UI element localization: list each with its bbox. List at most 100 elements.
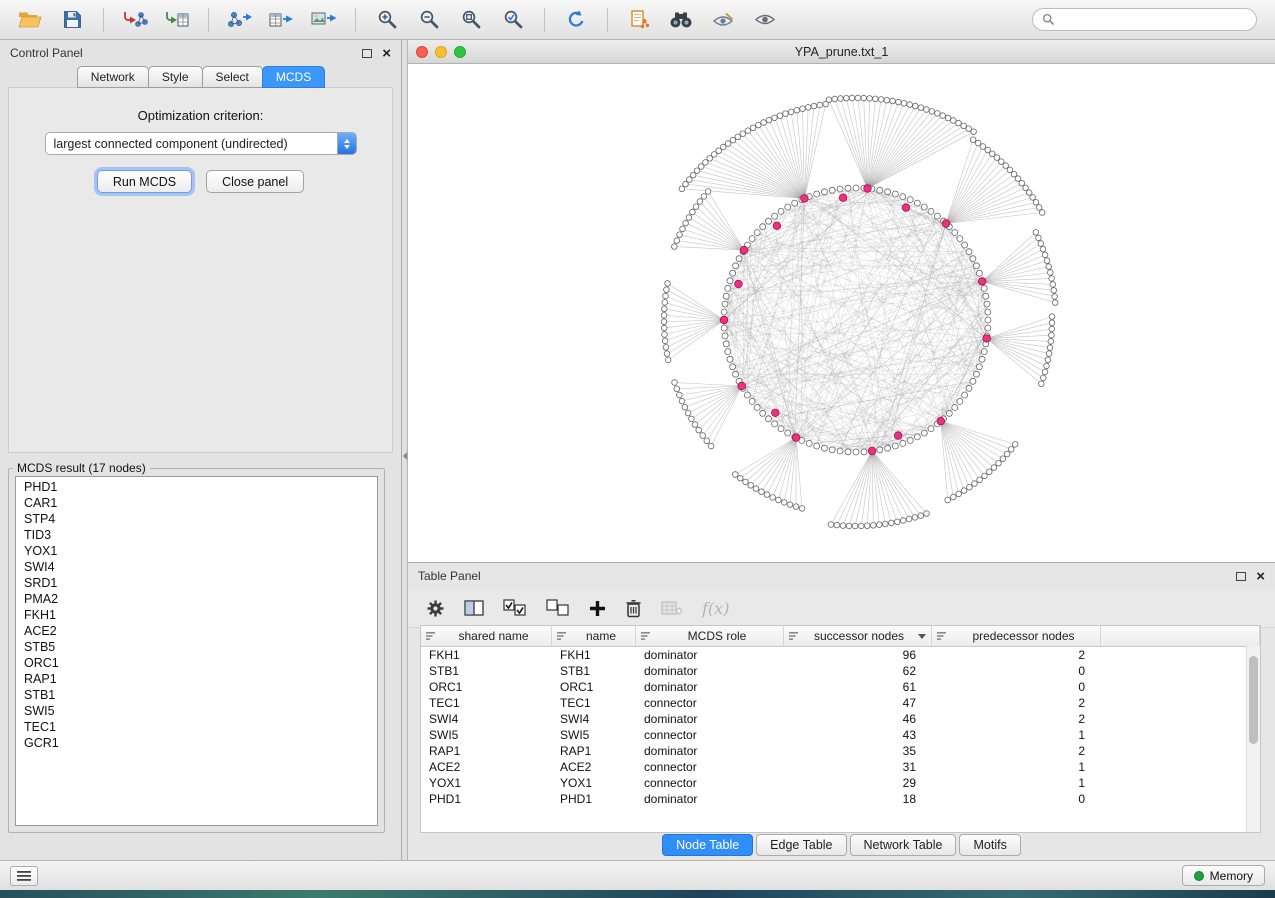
search-network-button[interactable]: [663, 5, 699, 35]
table-cell: ACE2: [421, 759, 552, 775]
column-settings-button[interactable]: [426, 599, 445, 618]
window-zoom-button[interactable]: [454, 46, 466, 58]
mcds-result-item[interactable]: YOX1: [16, 543, 377, 559]
annotation-button[interactable]: [705, 5, 741, 35]
table-row[interactable]: PHD1PHD1dominator180: [421, 791, 1260, 807]
window-minimize-button[interactable]: [435, 46, 447, 58]
column-header-predecessor-nodes[interactable]: predecessor nodes: [932, 626, 1101, 646]
mcds-result-item[interactable]: FKH1: [16, 607, 377, 623]
table-scrollbar[interactable]: [1246, 646, 1260, 832]
clone-network-button[interactable]: [621, 5, 657, 35]
close-panel-icon[interactable]: ×: [382, 46, 391, 61]
export-network-button[interactable]: [222, 5, 258, 35]
close-table-panel-icon[interactable]: ×: [1256, 569, 1265, 584]
table-row[interactable]: STB1STB1dominator620: [421, 663, 1260, 679]
table-row[interactable]: ORC1ORC1dominator610: [421, 679, 1260, 695]
mcds-result-list[interactable]: PHD1CAR1STP4TID3YOX1SWI4SRD1PMA2FKH1ACE2…: [15, 476, 378, 826]
mcds-result-item[interactable]: GCR1: [16, 735, 377, 751]
mcds-result-item[interactable]: RAP1: [16, 671, 377, 687]
column-header-mcds-role[interactable]: MCDS role: [636, 626, 784, 646]
table-row[interactable]: SWI4SWI4dominator462: [421, 711, 1260, 727]
mcds-result-item[interactable]: SWI5: [16, 703, 377, 719]
table-cell: 0: [932, 679, 1101, 695]
table-cell: SWI5: [552, 727, 636, 743]
search-box[interactable]: [1032, 8, 1257, 31]
mcds-result-item[interactable]: CAR1: [16, 495, 377, 511]
float-panel-icon[interactable]: [362, 49, 372, 58]
column-header-successor-nodes[interactable]: successor nodes: [784, 626, 932, 646]
tab-network-table[interactable]: Network Table: [850, 834, 957, 856]
tab-node-table[interactable]: Node Table: [662, 834, 753, 856]
close-panel-button[interactable]: Close panel: [206, 170, 304, 193]
function-builder-button[interactable]: f(x): [702, 599, 729, 618]
save-button[interactable]: [54, 5, 90, 35]
mcds-result-item[interactable]: SWI4: [16, 559, 377, 575]
column-header-shared-name[interactable]: shared name: [421, 626, 552, 646]
network-view[interactable]: [408, 64, 1275, 562]
run-mcds-button[interactable]: Run MCDS: [97, 170, 192, 193]
tab-network[interactable]: Network: [77, 66, 149, 88]
float-table-panel-icon[interactable]: [1236, 572, 1246, 581]
refresh-icon: [566, 9, 587, 30]
mcds-result-item[interactable]: PMA2: [16, 591, 377, 607]
import-network-button[interactable]: [117, 5, 153, 35]
export-table-button[interactable]: [264, 5, 300, 35]
mcds-result-item[interactable]: PHD1: [16, 479, 377, 495]
menu-button[interactable]: [10, 866, 38, 886]
table-cell: 47: [784, 695, 932, 711]
sort-icon: [641, 631, 652, 641]
mcds-result-item[interactable]: TEC1: [16, 719, 377, 735]
table-cell: SWI4: [421, 711, 552, 727]
tab-motifs[interactable]: Motifs: [959, 834, 1020, 856]
column-selector-button[interactable]: [464, 600, 484, 616]
mcds-result-item[interactable]: ACE2: [16, 623, 377, 639]
tab-edge-table[interactable]: Edge Table: [756, 834, 846, 856]
network-window-titlebar[interactable]: YPA_prune.txt_1: [408, 40, 1275, 64]
mcds-result-item[interactable]: STB1: [16, 687, 377, 703]
delete-button[interactable]: [625, 599, 642, 618]
open-file-button[interactable]: [12, 5, 48, 35]
import-network-icon: [122, 10, 148, 30]
table-row[interactable]: ACE2ACE2connector311: [421, 759, 1260, 775]
select-all-button[interactable]: [503, 599, 527, 617]
memory-button[interactable]: Memory: [1182, 865, 1265, 886]
list-menu-icon: [17, 871, 31, 881]
zoom-fit-button[interactable]: [453, 5, 489, 35]
table-row[interactable]: YOX1YOX1connector291: [421, 775, 1260, 791]
memory-status-icon: [1194, 871, 1204, 881]
table-row[interactable]: SWI5SWI5connector431: [421, 727, 1260, 743]
mcds-result-item[interactable]: STB5: [16, 639, 377, 655]
zoom-selected-button[interactable]: [495, 5, 531, 35]
column-header-name[interactable]: name: [552, 626, 636, 646]
show-view-button[interactable]: [747, 5, 783, 35]
table-row[interactable]: TEC1TEC1connector472: [421, 695, 1260, 711]
sort-icon: [426, 631, 437, 641]
criterion-dropdown[interactable]: largest connected component (undirected): [45, 132, 357, 155]
tab-select[interactable]: Select: [202, 66, 263, 88]
mcds-result-item[interactable]: ORC1: [16, 655, 377, 671]
table-cell: FKH1: [421, 647, 552, 663]
zoom-out-button[interactable]: [411, 5, 447, 35]
tab-mcds[interactable]: MCDS: [262, 66, 325, 88]
tab-style[interactable]: Style: [148, 66, 203, 88]
network-canvas-svg[interactable]: [408, 64, 1275, 562]
mcds-result-item[interactable]: STP4: [16, 511, 377, 527]
export-image-button[interactable]: [306, 5, 342, 35]
table-row[interactable]: FKH1FKH1dominator962: [421, 647, 1260, 663]
dropdown-stepper-icon: [337, 132, 356, 155]
mcds-result-item[interactable]: TID3: [16, 527, 377, 543]
splitter-grip-icon[interactable]: [403, 452, 407, 460]
window-close-button[interactable]: [416, 46, 428, 58]
export-network-icon: [227, 10, 253, 30]
search-input[interactable]: [1061, 12, 1247, 28]
mcds-result-item[interactable]: SRD1: [16, 575, 377, 591]
scrollbar-thumb[interactable]: [1249, 656, 1258, 744]
table-cell: dominator: [636, 711, 784, 727]
import-table-button[interactable]: [159, 5, 195, 35]
deselect-all-button[interactable]: [546, 599, 570, 617]
zoom-in-button[interactable]: [369, 5, 405, 35]
table-row[interactable]: RAP1RAP1dominator352: [421, 743, 1260, 759]
import-table-disabled-button[interactable]: [661, 600, 683, 616]
add-row-button[interactable]: [589, 600, 606, 617]
refresh-button[interactable]: [558, 5, 594, 35]
